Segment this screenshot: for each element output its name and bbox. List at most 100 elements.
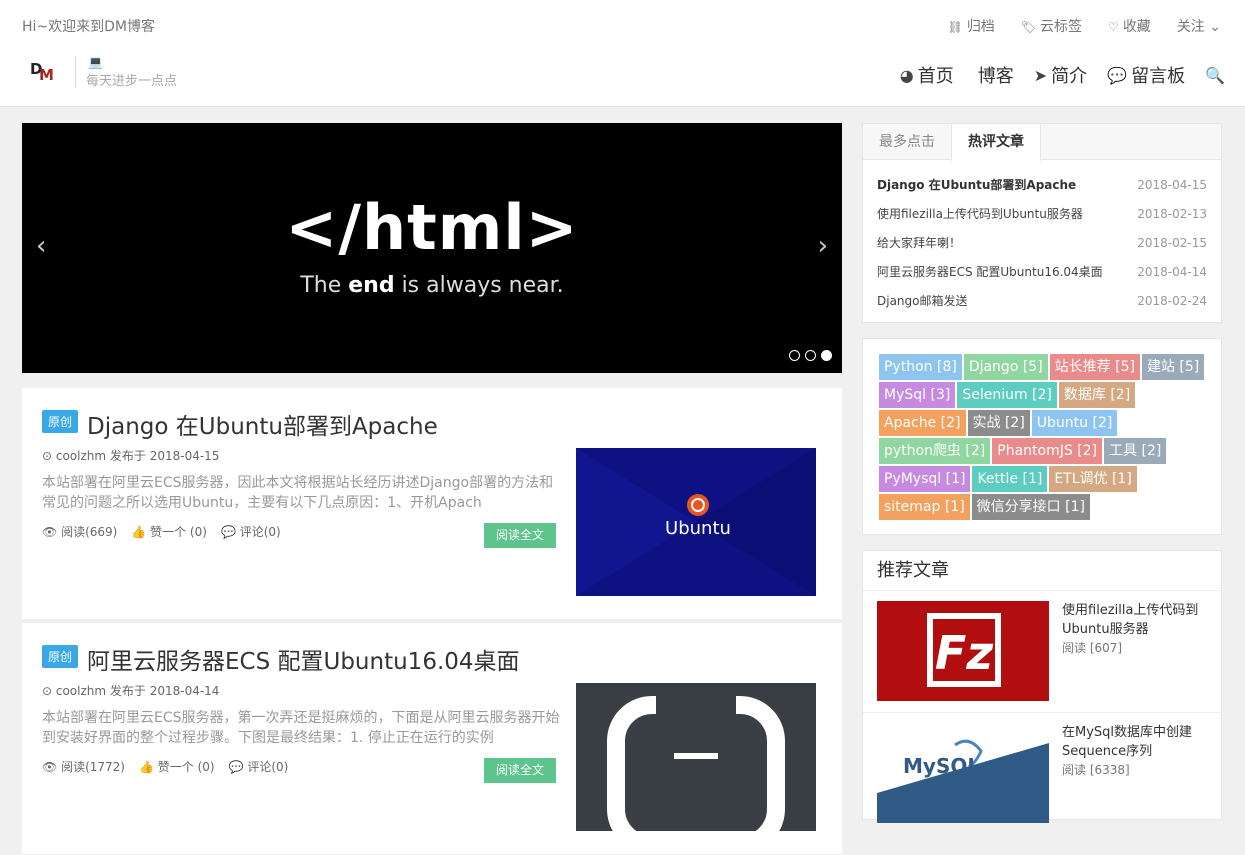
tags-icon: 🏷 bbox=[1020, 20, 1037, 34]
thumbs-up-icon: 👍 bbox=[138, 760, 158, 774]
hot-item-title[interactable]: 阿里云服务器ECS 配置Ubuntu16.04桌面 bbox=[877, 263, 1103, 280]
views-count: 阅读(669) bbox=[61, 525, 118, 539]
tags-link[interactable]: 🏷 云标签 bbox=[1021, 16, 1082, 36]
tag-item[interactable]: Kettle [1] bbox=[972, 466, 1048, 492]
hot-item[interactable]: 使用filezilla上传代码到Ubuntu服务器 2018-02-13 bbox=[877, 199, 1207, 228]
tag-item[interactable]: ETL调优 [1] bbox=[1049, 466, 1137, 492]
site-logo[interactable]: D M bbox=[30, 58, 56, 82]
search-icon: 🔍 bbox=[1205, 65, 1225, 85]
header: Hi~欢迎来到DM博客 ⛓ 归档 🏷 云标签 ♡ 收藏 关注 ⌄ D M 💻 每天进步… bbox=[0, 0, 1245, 107]
hot-item[interactable]: 阿里云服务器ECS 配置Ubuntu16.04桌面 2018-04-14 bbox=[877, 257, 1207, 286]
filezilla-logo-icon: Fz bbox=[877, 601, 1049, 701]
tag-item[interactable]: 工具 [2] bbox=[1104, 438, 1167, 464]
post-card: 原创 阿里云服务器ECS 配置Ubuntu16.04桌面 ⊙ coolzhm 发… bbox=[22, 623, 842, 855]
comment-stat[interactable]: 💬 评论(0) bbox=[221, 523, 281, 540]
favorite-link[interactable]: ♡ 收藏 bbox=[1108, 16, 1151, 36]
read-more-button[interactable]: 阅读全文 bbox=[484, 758, 556, 783]
archive-link[interactable]: ⛓ 归档 bbox=[948, 16, 995, 36]
paper-plane-icon: ➤ bbox=[1033, 65, 1048, 85]
slogan: 每天进步一点点 bbox=[86, 74, 178, 89]
slide-subtitle: The end is always near. bbox=[22, 273, 842, 298]
recommend-item[interactable]: Fz 使用filezilla上传代码到Ubuntu服务器 阅读 [607] bbox=[863, 591, 1221, 713]
views-stat: 👁 阅读(1772) bbox=[42, 758, 125, 775]
recommend-thumbnail[interactable]: MySQL bbox=[877, 723, 1049, 823]
comment-stat[interactable]: 💬 评论(0) bbox=[229, 758, 289, 775]
tag-cloud: Python [8] Django [5] 站长推荐 [5] 建站 [5] MySql … bbox=[863, 339, 1219, 520]
carousel-dot[interactable] bbox=[805, 350, 816, 361]
tag-item[interactable]: Apache [2] bbox=[879, 410, 966, 436]
recommend-thumbnail[interactable]: Fz bbox=[877, 601, 1049, 701]
hot-item[interactable]: 给大家拜年喇！ 2018-02-15 bbox=[877, 228, 1207, 257]
tag-item[interactable]: python爬虫 [2] bbox=[879, 438, 991, 464]
slide-sub-after: is always near. bbox=[394, 273, 564, 298]
views-count: 阅读(1772) bbox=[61, 760, 125, 774]
post-meta: ⊙ coolzhm 发布于 2018-04-14 bbox=[42, 684, 220, 698]
comments-count: 评论(0) bbox=[239, 525, 281, 539]
tag-item[interactable]: PhantomJS [2] bbox=[992, 438, 1103, 464]
nav-blog-label: 博客 bbox=[977, 66, 1014, 87]
post-excerpt: 本站部署在阿里云ECS服务器，因此本文将根据站长经历讲述Django部署的方法和… bbox=[42, 475, 554, 511]
carousel-dot-active[interactable] bbox=[821, 350, 832, 361]
tag-item[interactable]: 建站 [5] bbox=[1141, 354, 1205, 380]
comment-icon: 💬 bbox=[228, 760, 248, 774]
tag-item[interactable]: Python [8] bbox=[879, 354, 962, 380]
hot-item-date: 2018-04-14 bbox=[1137, 264, 1207, 279]
tag-item[interactable]: 微信分享接口 [1] bbox=[971, 494, 1090, 520]
nav-about[interactable]: ➤ 简介 bbox=[1034, 62, 1087, 88]
post-title[interactable]: 阿里云服务器ECS 配置Ubuntu16.04桌面 bbox=[87, 642, 520, 676]
tag-cloud-panel: Python [8] Django [5] 站长推荐 [5] 建站 [5] MySql … bbox=[862, 338, 1222, 535]
recommend-title[interactable]: 在MySql数据库中创建Sequence序列 bbox=[1062, 723, 1207, 761]
post-excerpt: 本站部署在阿里云ECS服务器，第一次弄还是挺麻烦的，下面是从阿里云服务器开始到安… bbox=[42, 710, 560, 746]
hot-item-title[interactable]: 使用filezilla上传代码到Ubuntu服务器 bbox=[877, 205, 1083, 222]
like-stat[interactable]: 👍 赞一个 (0) bbox=[131, 523, 207, 540]
eye-icon: 👁 bbox=[42, 525, 62, 539]
comment-icon: 💬 bbox=[220, 525, 240, 539]
carousel-dot[interactable] bbox=[789, 350, 800, 361]
recommend-item[interactable]: MySQL 在MySql数据库中创建Sequence序列 阅读 [6338] bbox=[863, 713, 1221, 835]
tag-item[interactable]: 数据库 [2] bbox=[1058, 382, 1136, 408]
svg-text:M: M bbox=[39, 66, 54, 82]
tag-item[interactable]: 实战 [2] bbox=[967, 410, 1030, 436]
slide-sub-before: The bbox=[300, 273, 349, 298]
post-thumbnail[interactable]: Ubuntu bbox=[576, 448, 816, 596]
post-thumbnail[interactable] bbox=[576, 683, 816, 831]
nav-blog[interactable]: 博客 bbox=[974, 62, 1014, 88]
tag-item[interactable]: Django [5] bbox=[963, 354, 1048, 380]
nav-home[interactable]: ◕ 首页 bbox=[900, 62, 954, 88]
hot-item-title[interactable]: Django 在Ubuntu部署到Apache bbox=[877, 176, 1076, 193]
comments-icon: 💬 bbox=[1107, 65, 1128, 85]
post-stats: 👁 阅读(669) 👍 赞一个 (0) 💬 评论(0) bbox=[42, 523, 281, 540]
search-button[interactable]: 🔍 bbox=[1205, 66, 1225, 85]
top-links: ⛓ 归档 🏷 云标签 ♡ 收藏 关注 ⌄ bbox=[948, 16, 1221, 36]
tag-item[interactable]: PyMysql [1] bbox=[879, 466, 971, 492]
views-stat: 👁 阅读(669) bbox=[42, 523, 117, 540]
hot-item-title[interactable]: Django邮箱发送 bbox=[877, 292, 968, 309]
post-title[interactable]: Django 在Ubuntu部署到Apache bbox=[87, 407, 438, 441]
heart-icon: ♡ bbox=[1108, 20, 1119, 34]
tag-item[interactable]: sitemap [1] bbox=[879, 494, 970, 520]
recommend-panel: 推荐文章 Fz 使用filezilla上传代码到Ubuntu服务器 阅读 [60… bbox=[862, 550, 1222, 835]
tag-item[interactable]: Ubuntu [2] bbox=[1031, 410, 1118, 436]
tab-most-clicked[interactable]: 最多点击 bbox=[863, 124, 951, 159]
tag-item[interactable]: MySql [3] bbox=[879, 382, 956, 408]
hot-item[interactable]: Django 在Ubuntu部署到Apache 2018-04-15 bbox=[877, 170, 1207, 199]
carousel-dots bbox=[789, 350, 832, 361]
welcome-text: Hi~欢迎来到DM博客 bbox=[22, 19, 156, 35]
laptop-icon: 💻 bbox=[88, 55, 103, 69]
hot-item[interactable]: Django邮箱发送 2018-02-24 bbox=[877, 286, 1207, 315]
read-more-button[interactable]: 阅读全文 bbox=[484, 523, 556, 548]
comments-count: 评论(0) bbox=[247, 760, 289, 774]
carousel[interactable]: </html> The end is always near. ‹ › bbox=[22, 123, 842, 373]
follow-dropdown[interactable]: 关注 ⌄ bbox=[1177, 16, 1221, 36]
carousel-next-button[interactable]: › bbox=[818, 231, 828, 261]
hot-item-date: 2018-02-24 bbox=[1137, 293, 1207, 308]
tag-item[interactable]: 站长推荐 [5] bbox=[1049, 354, 1140, 380]
sitemap-icon: ⛓ bbox=[947, 20, 963, 34]
tab-hot-comments[interactable]: 热评文章 bbox=[951, 124, 1041, 161]
tag-item[interactable]: Selenium [2] bbox=[957, 382, 1057, 408]
like-stat[interactable]: 👍 赞一个 (0) bbox=[139, 758, 215, 775]
carousel-prev-button[interactable]: ‹ bbox=[36, 231, 46, 261]
nav-guestbook[interactable]: 💬 留言板 bbox=[1107, 62, 1185, 88]
hot-item-title[interactable]: 给大家拜年喇！ bbox=[877, 234, 961, 251]
recommend-title[interactable]: 使用filezilla上传代码到Ubuntu服务器 bbox=[1062, 601, 1207, 639]
